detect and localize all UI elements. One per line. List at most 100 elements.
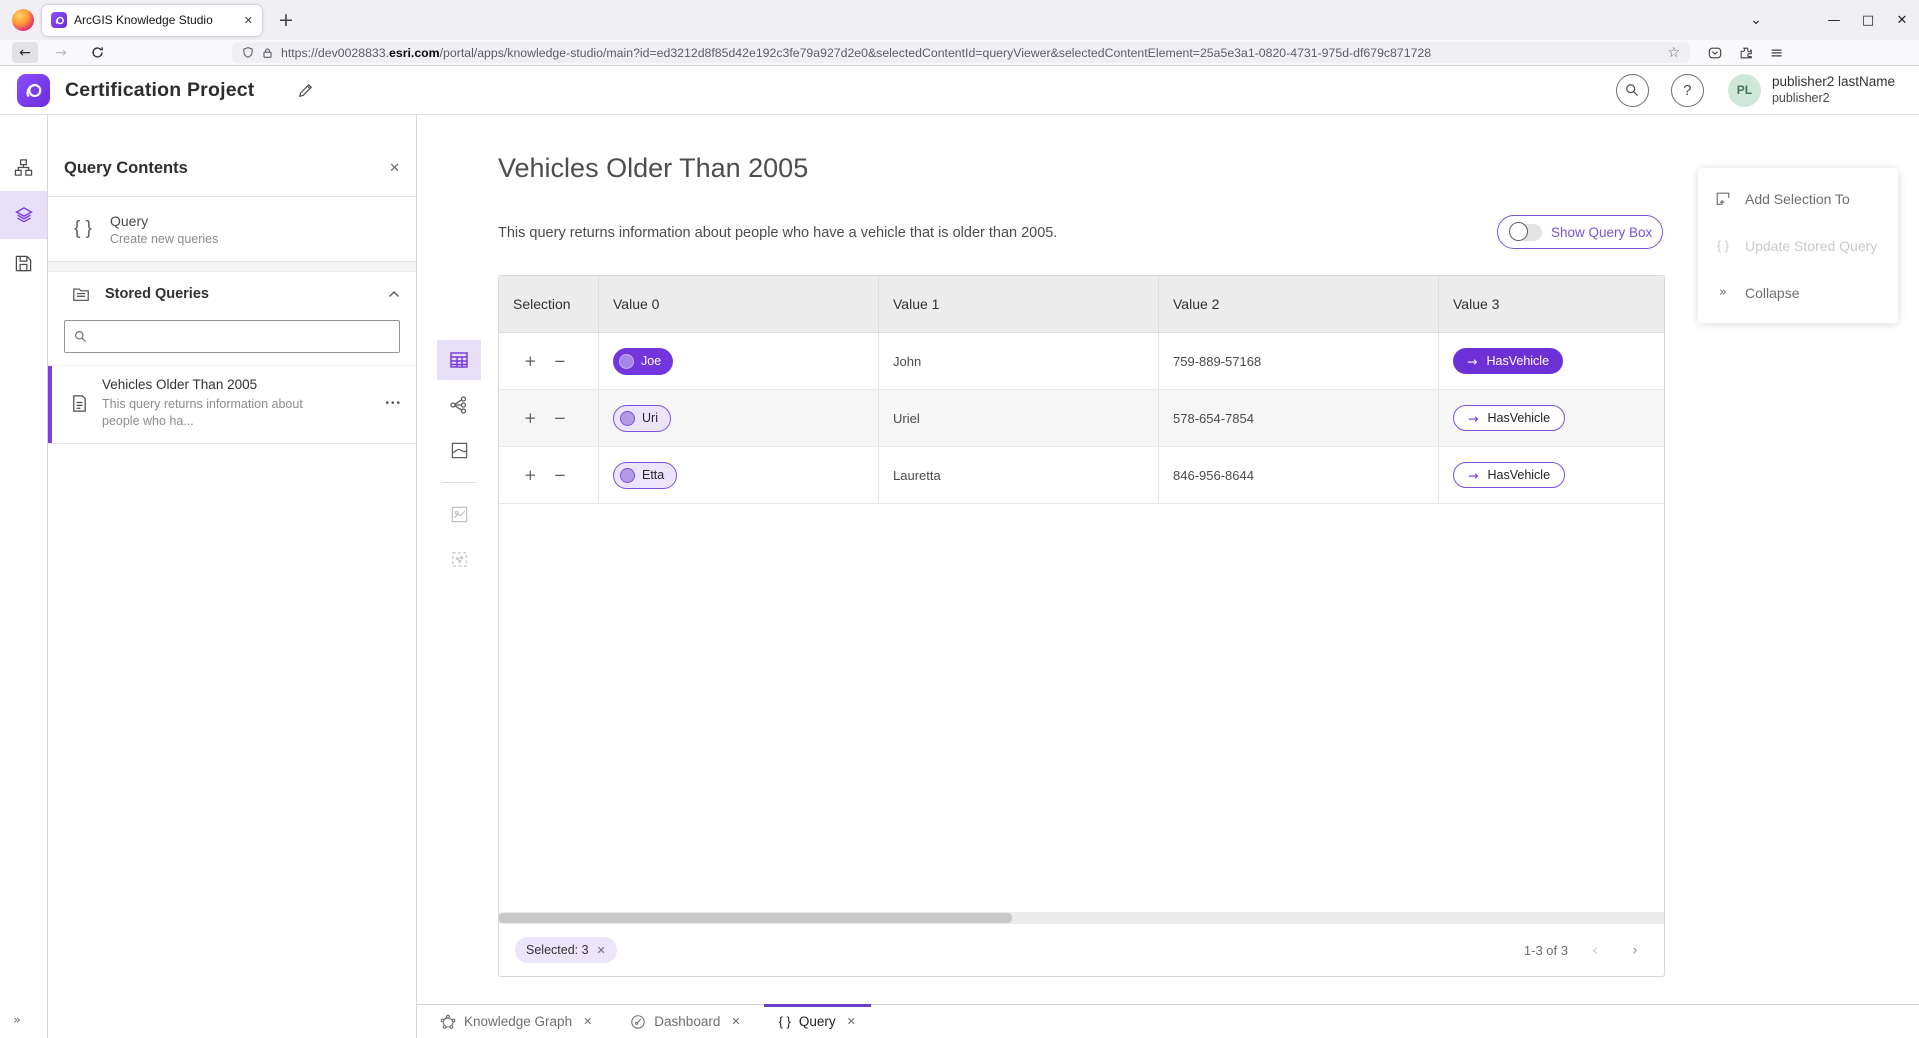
tab-knowledge-graph[interactable]: Knowledge Graph ✕ [425, 1005, 607, 1038]
browser-tab[interactable]: ArcGIS Knowledge Studio ✕ [42, 5, 262, 36]
tab-close-icon[interactable]: ✕ [244, 14, 253, 27]
reload-button[interactable] [84, 42, 110, 63]
entity-pill[interactable]: Etta [613, 462, 677, 489]
relationship-pill[interactable]: → HasVehicle [1453, 348, 1563, 374]
clear-selection-icon[interactable]: ✕ [597, 944, 606, 957]
back-button[interactable]: ← [12, 42, 38, 63]
table-row[interactable]: + − Joe John 759-889-57168 → HasVehicle [499, 333, 1664, 390]
column-header-value1[interactable]: Value 1 [879, 276, 1159, 332]
bookmark-star-icon[interactable]: ☆ [1667, 45, 1680, 61]
column-header-selection[interactable]: Selection [499, 276, 599, 332]
map-view-button[interactable] [437, 430, 481, 470]
entity-pill[interactable]: Joe [613, 348, 673, 375]
query-item-subtitle: Create new queries [110, 232, 218, 246]
select-region-button-disabled[interactable] [437, 539, 481, 579]
expand-rail-chevrons-icon[interactable]: » [13, 1013, 20, 1028]
tab-list-dropdown-icon[interactable]: ⌄ [1739, 12, 1773, 28]
stored-queries-search[interactable] [64, 320, 400, 353]
add-selection-icon [1714, 191, 1732, 207]
horizontal-scrollbar[interactable] [499, 912, 1664, 924]
bottom-tab-bar: Knowledge Graph ✕ Dashboard ✕ { } Query … [417, 1004, 1919, 1038]
page-title: Vehicles Older Than 2005 [498, 153, 808, 184]
relationship-label: HasVehicle [1486, 354, 1549, 368]
stored-query-item[interactable]: Vehicles Older Than 2005 This query retu… [48, 365, 416, 444]
relationship-pill[interactable]: → HasVehicle [1453, 462, 1565, 488]
url-bar[interactable]: https://dev0028833.esri.com/portal/apps/… [232, 42, 1690, 63]
menu-item-add-selection-to[interactable]: Add Selection To [1698, 175, 1898, 222]
remove-from-selection-button[interactable]: − [554, 409, 567, 427]
scrollbar-thumb[interactable] [499, 913, 1012, 923]
menu-hamburger-icon[interactable]: ≡ [1770, 43, 1783, 62]
chevron-up-icon[interactable] [388, 290, 400, 298]
window-maximize-button[interactable]: □ [1851, 13, 1885, 28]
braces-icon: { } [1714, 238, 1732, 253]
menu-item-collapse[interactable]: » Collapse [1698, 269, 1898, 316]
column-header-value2[interactable]: Value 2 [1159, 276, 1439, 332]
user-name-block[interactable]: publisher2 lastName publisher2 [1772, 74, 1895, 107]
map-overview-button-disabled[interactable] [437, 494, 481, 534]
toggle-switch[interactable] [1510, 224, 1542, 241]
entity-label: Joe [641, 354, 661, 368]
table-row[interactable]: + − Etta Lauretta 846-956-8644 → HasVehi… [499, 447, 1664, 504]
link-chart-view-button[interactable] [437, 385, 481, 425]
edit-title-pencil-icon[interactable] [297, 82, 314, 99]
add-to-selection-button[interactable]: + [524, 352, 537, 370]
show-query-box-label: Show Query Box [1551, 225, 1652, 240]
remove-from-selection-button[interactable]: − [554, 466, 567, 484]
entity-pill[interactable]: Uri [613, 405, 671, 432]
query-create-item[interactable]: { } Query Create new queries [48, 197, 416, 262]
table-row[interactable]: + − Uri Uriel 578-654-7854 → HasVehicle [499, 390, 1664, 447]
user-avatar[interactable]: PL [1728, 74, 1761, 107]
remove-from-selection-button[interactable]: − [554, 352, 567, 370]
entity-dot-icon [619, 354, 634, 369]
panel-close-icon[interactable]: ✕ [389, 161, 400, 176]
tab-close-icon[interactable]: ✕ [583, 1015, 592, 1028]
page-range-label: 1-3 of 3 [1524, 943, 1568, 958]
previous-page-icon[interactable]: ‹ [1582, 941, 1608, 959]
selected-count-chip[interactable]: Selected: 3 ✕ [515, 937, 617, 963]
save-button[interactable] [0, 239, 47, 287]
column-header-value3[interactable]: Value 3 [1439, 276, 1664, 332]
arrow-right-icon: → [1468, 411, 1478, 426]
extensions-puzzle-icon[interactable] [1739, 46, 1753, 60]
relationship-pill[interactable]: → HasVehicle [1453, 405, 1565, 431]
help-button[interactable]: ? [1671, 74, 1704, 107]
show-query-box-toggle[interactable]: Show Query Box [1497, 215, 1663, 249]
add-to-selection-button[interactable]: + [524, 409, 537, 427]
lock-icon[interactable] [262, 47, 273, 59]
selection-cell: + − [499, 447, 599, 503]
panel-divider [48, 262, 416, 272]
next-page-icon[interactable]: › [1622, 941, 1648, 959]
firefox-logo-icon[interactable] [12, 9, 34, 31]
tab-close-icon[interactable]: ✕ [847, 1015, 856, 1028]
window-close-button[interactable]: ✕ [1885, 13, 1919, 28]
url-text: https://dev0028833.esri.com/portal/apps/… [281, 46, 1659, 60]
column-header-value0[interactable]: Value 0 [599, 276, 879, 332]
window-minimize-button[interactable]: — [1817, 13, 1851, 28]
tab-close-icon[interactable]: ✕ [731, 1015, 740, 1028]
value3-cell: → HasVehicle [1439, 447, 1664, 503]
search-icon [74, 330, 87, 343]
tab-query[interactable]: { } Query ✕ [764, 1005, 871, 1038]
forward-button[interactable]: → [48, 42, 74, 63]
search-input[interactable] [95, 329, 390, 344]
data-model-tree-button[interactable] [0, 143, 47, 191]
more-options-icon[interactable]: ••• [385, 398, 402, 409]
braces-icon: { } [74, 218, 92, 240]
pocket-icon[interactable] [1708, 46, 1722, 60]
table-view-button[interactable] [437, 340, 481, 380]
contents-layers-button[interactable] [0, 191, 47, 239]
stored-queries-header[interactable]: Stored Queries [48, 272, 416, 316]
browser-tab-title: ArcGIS Knowledge Studio [74, 13, 238, 27]
search-button[interactable] [1616, 74, 1649, 107]
tracking-shield-icon[interactable] [242, 46, 254, 59]
user-login-name: publisher2 [1772, 91, 1895, 107]
view-toolbar [437, 340, 481, 584]
value3-cell: → HasVehicle [1439, 390, 1664, 446]
menu-item-update-stored-query[interactable]: { } Update Stored Query [1698, 222, 1898, 269]
add-to-selection-button[interactable]: + [524, 466, 537, 484]
new-tab-button[interactable]: + [278, 11, 294, 30]
tab-dashboard[interactable]: Dashboard ✕ [615, 1005, 755, 1038]
page-description: This query returns information about peo… [498, 225, 1057, 241]
value2-cell: 578-654-7854 [1159, 390, 1439, 446]
